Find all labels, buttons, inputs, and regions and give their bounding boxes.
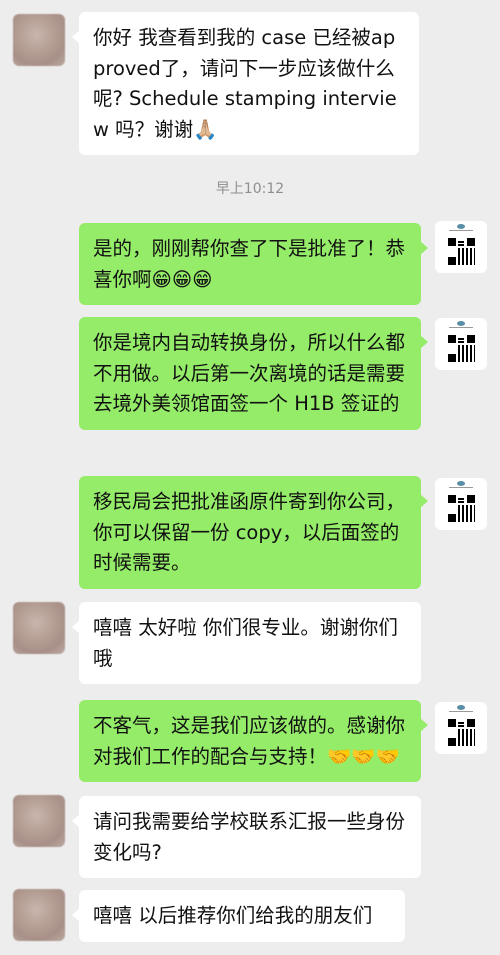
contact-avatar[interactable] — [13, 602, 65, 654]
message-bubble-outgoing[interactable]: 是的，刚刚帮你查了下是批准了！恭喜你啊😁😁😁 — [79, 223, 428, 305]
message-bubble-incoming[interactable]: 嘻嘻 太好啦 你们很专业。谢谢你们哦 — [72, 602, 421, 684]
message-bubble-incoming[interactable]: 你好 我查看到我的 case 已经被approved了，请问下一步应该做什么呢?… — [72, 12, 419, 155]
my-avatar-qr-code[interactable] — [435, 702, 487, 754]
message-bubble-incoming[interactable]: 请问我需要给学校联系汇报一些身份变化吗? — [72, 796, 421, 878]
message-bubble-incoming[interactable]: 嘻嘻 以后推荐你们给我的朋友们 — [72, 890, 405, 942]
contact-avatar[interactable] — [13, 889, 65, 941]
my-avatar-qr-code[interactable] — [435, 221, 487, 273]
message-bubble-outgoing[interactable]: 你是境内自动转换身份，所以什么都不用做。以后第一次离境的话是需要去境外美领馆面签… — [79, 317, 428, 430]
my-avatar-qr-code[interactable] — [435, 318, 487, 370]
message-bubble-outgoing[interactable]: 不客气，这是我们应该做的。感谢你对我们工作的配合与支持！🤝🤝🤝 — [79, 700, 428, 782]
contact-avatar[interactable] — [13, 14, 65, 66]
my-avatar-qr-code[interactable] — [435, 478, 487, 530]
chat-timestamp: 早上10:12 — [215, 181, 285, 197]
message-bubble-outgoing[interactable]: 移民局会把批准函原件寄到你公司，你可以保留一份 copy，以后面签的时候需要。 — [79, 476, 428, 589]
contact-avatar[interactable] — [13, 795, 65, 847]
